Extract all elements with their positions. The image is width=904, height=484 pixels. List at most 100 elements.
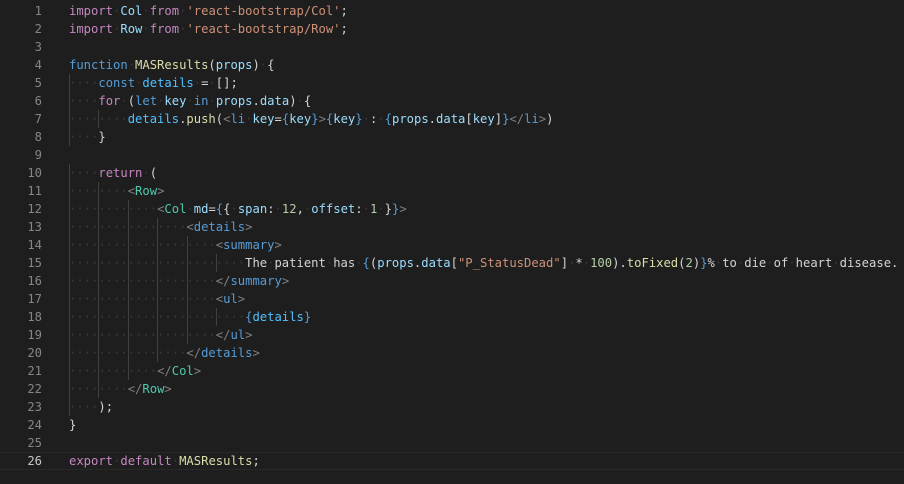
code-line[interactable]: 4 function·MASResults(props)·{ (0, 56, 904, 74)
line-number: 24 (27, 418, 42, 432)
code-token: return (98, 166, 143, 180)
code-token: MASResults (135, 58, 209, 72)
code-line[interactable]: 20 ················</details> (0, 344, 904, 362)
code-line[interactable]: 3 (0, 38, 904, 56)
code-token: = (208, 202, 216, 216)
code-token: > (399, 202, 407, 216)
code-token: ( (149, 166, 158, 180)
code-token: : (267, 202, 275, 216)
code-token: props (391, 112, 429, 126)
line-number: 16 (27, 274, 42, 288)
code-text: } (69, 416, 76, 434)
code-token: import (69, 4, 114, 18)
code-text: ····················</summary> (69, 272, 289, 290)
code-token: die (744, 256, 767, 270)
code-text: ········<Row> (69, 182, 164, 200)
code-token: > (252, 346, 260, 360)
whitespace-marker: ········ (69, 112, 128, 126)
code-text: export·default·MASResults; (69, 453, 260, 469)
whitespace-marker: · (127, 58, 136, 72)
code-line[interactable]: 7 ········details.push(<li·key={key}>{key… (0, 110, 904, 128)
code-token: Col (120, 4, 143, 18)
code-token: details (201, 346, 253, 360)
code-line[interactable]: 14 ····················<summary> (0, 236, 904, 254)
code-token: ; (340, 4, 348, 18)
code-token: Row (120, 22, 143, 36)
code-line[interactable]: 10 ····return·( (0, 164, 904, 182)
whitespace-marker: · (362, 112, 370, 126)
whitespace-marker: · (355, 256, 363, 270)
code-token: { (267, 58, 275, 72)
line-number: 8 (34, 130, 42, 144)
code-token: } (311, 112, 319, 126)
code-token: < (186, 220, 194, 234)
code-token: 12 (281, 202, 297, 216)
code-text: import·Row·from·'react-bootstrap/Row'; (69, 20, 348, 38)
whitespace-marker: · (377, 112, 385, 126)
code-token: > (318, 112, 326, 126)
code-token: ) (289, 94, 297, 108)
code-token: } (700, 256, 708, 270)
code-token: > (164, 382, 172, 396)
code-text: ····return·( (69, 164, 157, 182)
code-token: MASResults (179, 454, 253, 468)
code-line[interactable]: 6 ····for·(let·key·in·props.data)·{ (0, 92, 904, 110)
code-token: ( (678, 256, 686, 270)
whitespace-marker: ···· (69, 94, 99, 108)
code-token: > (193, 364, 202, 378)
code-line[interactable]: 24} (0, 416, 904, 434)
code-line[interactable]: 5 ····const·details·=·[]; (0, 74, 904, 92)
whitespace-marker: · (788, 256, 796, 270)
code-token: > (245, 328, 253, 342)
code-line[interactable]: 25 (0, 434, 904, 452)
code-token: ] (494, 112, 503, 126)
code-text: ····················</ul> (69, 326, 252, 344)
whitespace-marker: · (186, 94, 194, 108)
code-token: Row (142, 382, 165, 396)
code-line[interactable]: 9 (0, 146, 904, 164)
code-line[interactable]: 22 ········</Row> (0, 380, 904, 398)
code-token: : (355, 202, 363, 216)
whitespace-marker: · (832, 256, 840, 270)
code-line[interactable]: 11 ········<Row> (0, 182, 904, 200)
code-line[interactable]: 19 ····················</ul> (0, 326, 904, 344)
code-token: details (252, 310, 304, 324)
code-line[interactable]: 21 ············</Col> (0, 362, 904, 380)
code-line[interactable]: 12 ············<Col·md={{·span:·12,·offse… (0, 200, 904, 218)
code-token: ; (340, 22, 348, 36)
whitespace-marker: ················ (69, 220, 187, 234)
code-line[interactable]: 26 export·default·MASResults; (0, 452, 904, 470)
code-token: The (245, 256, 268, 270)
code-token: from (149, 22, 180, 36)
whitespace-marker: ············ (69, 202, 158, 216)
code-line[interactable]: 16 ····················</summary> (0, 272, 904, 290)
whitespace-marker: · (208, 94, 216, 108)
code-token: } (384, 202, 392, 216)
code-text: ········</Row> (69, 380, 172, 398)
line-number: 6 (34, 94, 42, 108)
code-token: li (230, 112, 246, 126)
code-text: ····); (69, 398, 113, 416)
code-line[interactable]: 2 import·Row·from·'react-bootstrap/Row'; (0, 20, 904, 38)
code-token: = (274, 112, 282, 126)
whitespace-marker: · (362, 202, 370, 216)
code-line[interactable]: 23 ····); (0, 398, 904, 416)
code-token: { (303, 94, 312, 108)
code-line[interactable]: 1 import·Col·from·'react-bootstrap/Col'; (0, 2, 904, 20)
code-line[interactable]: 8 ····} (0, 128, 904, 146)
code-token: export (69, 454, 114, 468)
code-token: ). (612, 256, 627, 270)
whitespace-marker: · (766, 256, 774, 270)
line-number: 7 (34, 112, 42, 126)
code-line[interactable]: 15 ························The·patient·ha… (0, 254, 904, 272)
code-token: 'react-bootstrap/Col' (186, 4, 341, 18)
code-token: md (193, 202, 209, 216)
code-line[interactable]: 18 ························{details} (0, 308, 904, 326)
code-line[interactable]: 13 ················<details> (0, 218, 904, 236)
code-token: 'react-bootstrap/Row' (186, 22, 341, 36)
code-line[interactable]: 17 ····················<ul> (0, 290, 904, 308)
code-token: } (69, 418, 77, 432)
line-number: 14 (27, 238, 42, 252)
whitespace-marker: · (186, 202, 194, 216)
code-editor[interactable]: 1 import·Col·from·'react-bootstrap/Col'; 2… (0, 2, 904, 470)
